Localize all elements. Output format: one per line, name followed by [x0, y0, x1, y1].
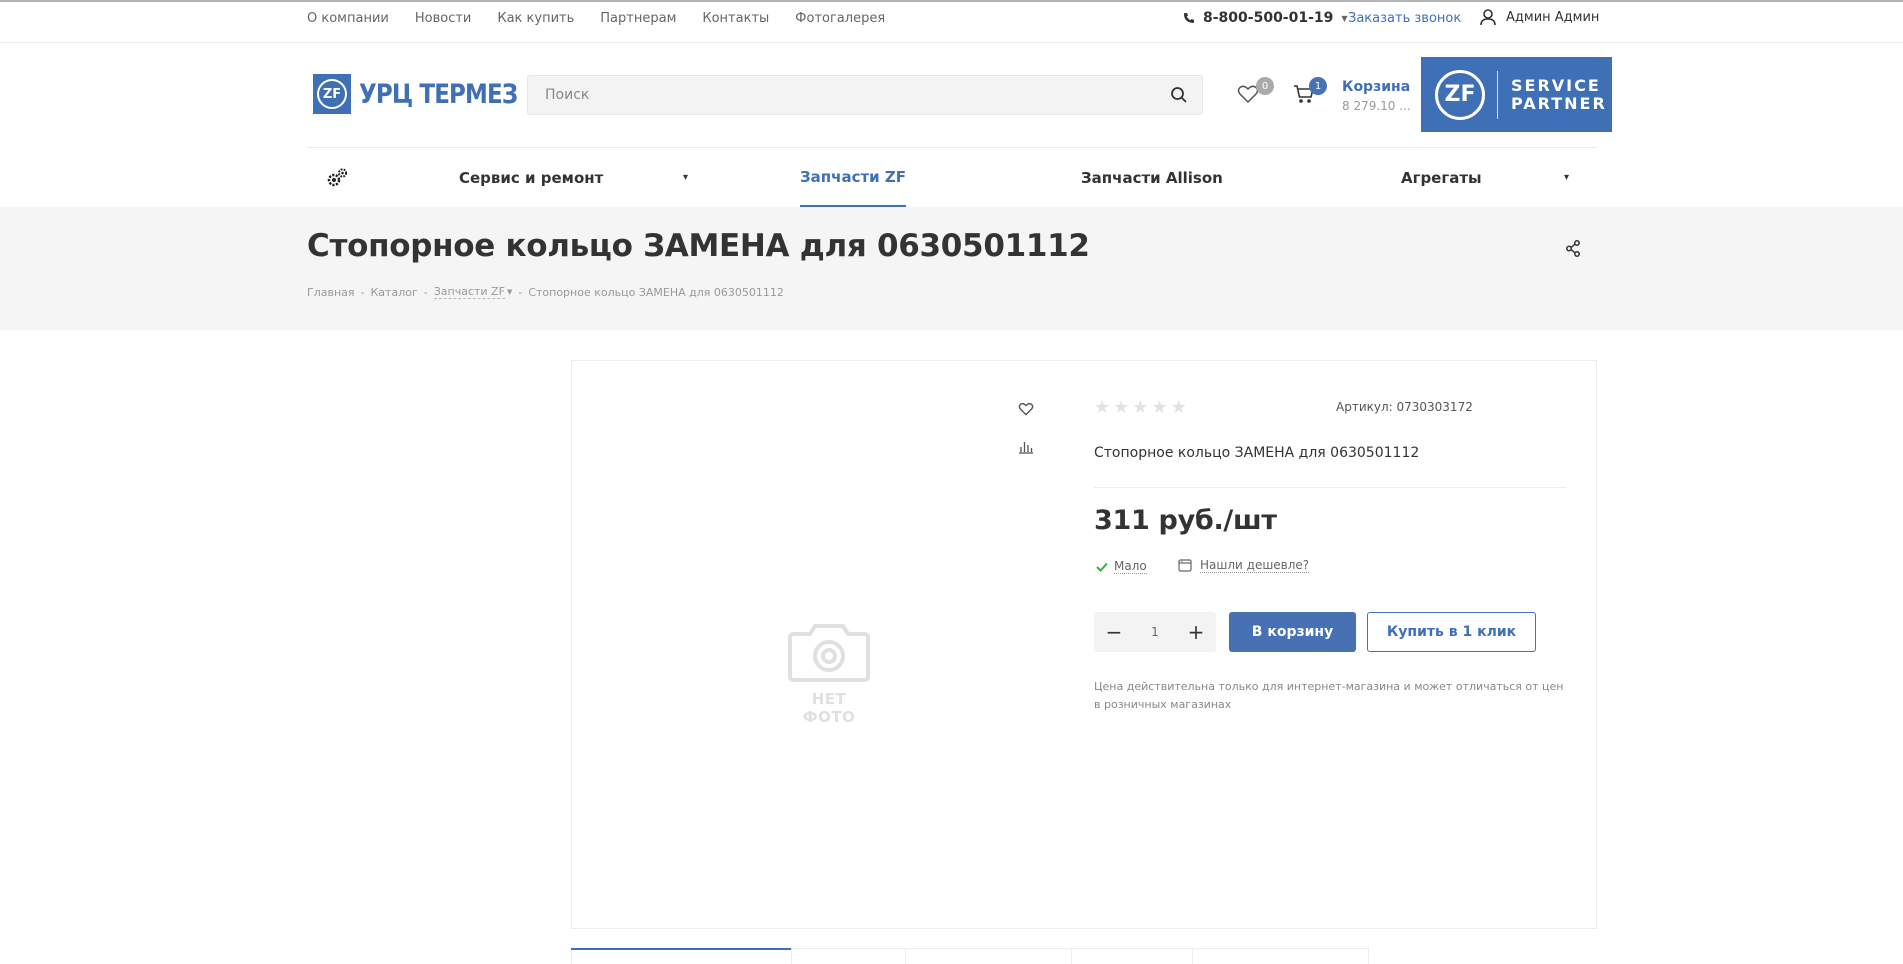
chevron-down-icon: ▼ [506, 288, 513, 296]
tab-separator [791, 948, 792, 964]
phone-icon [1184, 13, 1194, 23]
star-icon: ★ [1151, 397, 1168, 418]
gears-icon [327, 167, 348, 186]
price-tag-icon [1178, 559, 1192, 572]
cart-sum: 8 279.10 ... [1342, 99, 1411, 113]
breadcrumb-sep: - [423, 285, 428, 299]
user-icon [1480, 9, 1496, 26]
top-nav-gallery[interactable]: Фотогалерея [795, 11, 885, 26]
stock-label[interactable]: Мало [1114, 559, 1147, 574]
minus-icon[interactable]: − [1104, 620, 1124, 644]
cart-button[interactable]: 1 [1293, 77, 1327, 108]
tab-separator [1192, 948, 1193, 964]
main-menu: Сервис и ремонт ▾ Запчасти ZF Запчасти A… [307, 148, 1597, 207]
user-name: Админ Админ [1506, 10, 1600, 25]
found-cheaper[interactable]: Нашли дешевле? [1178, 558, 1310, 573]
add-to-cart-button[interactable]: В корзину [1229, 612, 1356, 652]
menu-item-service[interactable]: Сервис и ремонт [459, 148, 603, 207]
heart-icon[interactable] [1018, 402, 1034, 416]
product-description: Стопорное кольцо ЗАМЕНА для 0630501112 [1094, 445, 1420, 461]
zf-logo-badge: ZF [313, 74, 351, 114]
no-photo-placeholder: НЕТ ФОТО [786, 620, 872, 726]
breadcrumb-catalog[interactable]: Каталог [371, 286, 418, 299]
search-icon[interactable] [1170, 86, 1188, 104]
card-actions [1018, 402, 1034, 454]
chevron-down-icon: ▾ [1564, 172, 1570, 183]
search-placeholder: Поиск [545, 87, 590, 103]
camera-icon [788, 624, 870, 682]
rating-stars[interactable]: ★ ★ ★ ★ ★ [1094, 397, 1187, 418]
top-nav-partners[interactable]: Партнерам [600, 11, 676, 26]
title-band [0, 207, 1903, 330]
quantity-value[interactable]: 1 [1151, 625, 1159, 639]
star-icon: ★ [1094, 397, 1111, 418]
menu-item-units[interactable]: Агрегаты [1401, 148, 1482, 207]
phone-number: 8-800-500-01-19 [1203, 10, 1334, 26]
logo-text: УРЦ ТЕРМЕЗ [359, 78, 518, 110]
breadcrumb-home[interactable]: Главная [307, 286, 355, 299]
check-icon [1096, 562, 1108, 572]
top-bar [0, 0, 1903, 43]
top-nav-contacts[interactable]: Контакты [702, 11, 769, 26]
chevron-down-icon: ▾ [683, 172, 689, 183]
price-note: Цена действительна только для интернет-м… [1094, 680, 1564, 711]
stock-status: Мало [1096, 559, 1147, 574]
breadcrumb-sep: - [360, 285, 365, 299]
page-title: Стопорное кольцо ЗАМЕНА для 0630501112 [307, 228, 1090, 264]
star-icon: ★ [1132, 397, 1149, 418]
cart-link[interactable]: Корзина [1342, 79, 1410, 95]
zf-logo-badge: ZF [1435, 69, 1485, 120]
favorites-button[interactable]: 0 [1237, 77, 1274, 108]
top-nav-how-to-buy[interactable]: Как купить [497, 11, 574, 26]
star-icon: ★ [1113, 397, 1130, 418]
user-menu[interactable]: Админ Админ [1480, 9, 1599, 26]
cart-count: 1 [1309, 77, 1327, 95]
no-photo-label: НЕТ ФОТО [802, 690, 856, 726]
breadcrumb: Главная - Каталог - Запчасти ZF ▼ - Стоп… [307, 285, 784, 299]
banner-text: SERVICE PARTNER [1511, 75, 1607, 113]
quantity-stepper: − 1 + [1094, 612, 1216, 652]
product-tabs [571, 948, 1369, 964]
top-nav-news[interactable]: Новости [415, 11, 472, 26]
phone-dropdown[interactable]: 8-800-500-01-19 ▼ [1183, 10, 1348, 26]
favorites-count: 0 [1256, 77, 1274, 95]
product-divider [1094, 487, 1566, 488]
chevron-down-icon: ▼ [1341, 13, 1348, 23]
found-cheaper-link[interactable]: Нашли дешевле? [1200, 558, 1310, 573]
menu-item-allison-parts[interactable]: Запчасти Allison [1081, 148, 1223, 207]
tab-separator [905, 948, 906, 964]
zf-service-partner-banner[interactable]: ZF SERVICE PARTNER [1421, 57, 1612, 132]
top-nav: О компании Новости Как купить Партнерам … [307, 11, 885, 26]
share-icon[interactable] [1565, 240, 1581, 257]
compare-icon[interactable] [1018, 440, 1034, 454]
menu-item-zf-parts[interactable]: Запчасти ZF [800, 148, 907, 207]
tab-active-indicator [571, 948, 791, 950]
breadcrumb-current: Стопорное кольцо ЗАМЕНА для 0630501112 [528, 285, 784, 299]
product-sku: Артикул: 0730303172 [1336, 400, 1473, 414]
product-price: 311 руб./шт [1094, 505, 1277, 536]
buy-one-click-button[interactable]: Купить в 1 клик [1367, 612, 1536, 652]
banner-divider [1497, 70, 1498, 119]
top-nav-about[interactable]: О компании [307, 11, 389, 26]
tab-separator [1071, 948, 1072, 964]
breadcrumb-zf-parts[interactable]: Запчасти ZF [433, 285, 505, 299]
search-input[interactable]: Поиск [527, 75, 1203, 115]
site-logo[interactable]: ZF УРЦ ТЕРМЕЗ [313, 74, 545, 114]
catalog-settings-button[interactable] [325, 148, 349, 207]
star-icon: ★ [1170, 397, 1187, 418]
breadcrumb-sep: - [518, 285, 523, 299]
callback-link[interactable]: Заказать звонок [1348, 11, 1461, 26]
plus-icon[interactable]: + [1186, 620, 1206, 644]
